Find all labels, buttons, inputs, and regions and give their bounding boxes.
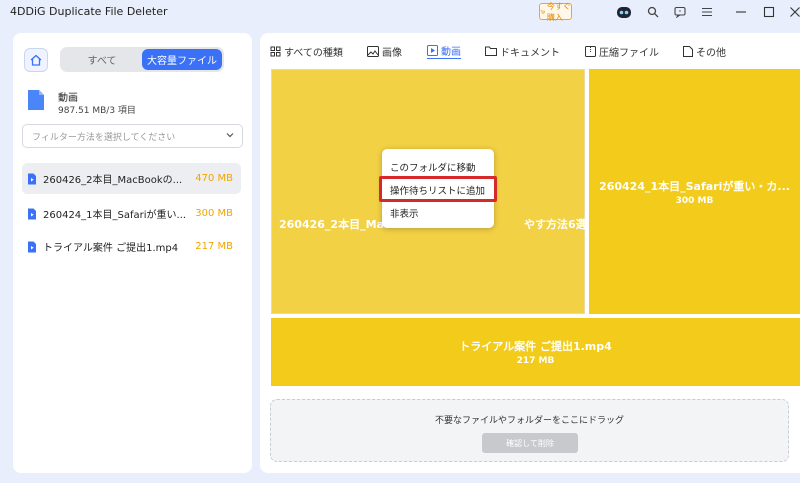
close-icon[interactable] [787, 4, 800, 20]
video-file-icon [28, 173, 36, 184]
tab-all-types[interactable]: すべての種類 [270, 43, 343, 59]
search-icon[interactable] [645, 4, 661, 20]
tile-name: 260424_1本目_Safariが重い・カ... [599, 179, 790, 193]
title-bar: 4DDiG Duplicate File Deleter 今すぐ購入 [0, 0, 800, 26]
video-file-icon [26, 89, 46, 111]
feedback-icon[interactable] [672, 4, 688, 20]
video-file-icon [28, 241, 36, 252]
tile-size: 300 MB [675, 195, 714, 206]
menu-icon[interactable] [699, 4, 715, 20]
file-size: 217 MB [195, 241, 233, 252]
tab-label: 画像 [382, 47, 402, 59]
tab-documents[interactable]: ドキュメント [485, 43, 560, 59]
file-row[interactable]: 260424_1本目_Safariが重い... 300 MB [22, 198, 241, 229]
category-meta: 987.51 MB/3 項目 [58, 106, 136, 116]
tab-images[interactable]: 画像 [367, 43, 402, 59]
video-icon [427, 45, 438, 56]
robot-assistant-icon[interactable] [616, 4, 632, 20]
treemap-tile[interactable]: 260424_1本目_Safariが重い・カ... 300 MB [589, 69, 800, 314]
category-name: 動画 [58, 93, 78, 104]
tab-large-files[interactable]: 大容量ファイル [142, 49, 222, 70]
buy-button[interactable]: 今すぐ購入 [539, 1, 572, 22]
filter-placeholder: フィルター方法を選択してください [32, 132, 176, 143]
treemap-tile[interactable]: トライアル案件 ご提出1.mp4 217 MB [271, 318, 800, 386]
file-name: 260424_1本目_Safariが重い... [43, 210, 187, 221]
app-title: 4DDiG Duplicate File Deleter [10, 5, 168, 18]
archive-icon [585, 45, 596, 57]
file-name: トライアル案件 ご提出1.mp4 [43, 243, 179, 254]
minimize-icon[interactable] [733, 4, 749, 20]
tile-size: 217 MB [516, 356, 555, 366]
tab-archives[interactable]: 圧縮ファイル [585, 43, 659, 59]
tab-label: その他 [696, 47, 726, 59]
file-size: 470 MB [195, 173, 233, 184]
home-button[interactable] [24, 48, 48, 72]
file-row[interactable]: トライアル案件 ご提出1.mp4 217 MB [22, 231, 241, 262]
left-panel: すべて 大容量ファイル 動画 987.51 MB/3 項目 フィルター方法を選択… [13, 33, 252, 473]
tile-name: トライアル案件 ご提出1.mp4 [459, 340, 612, 353]
tab-label: すべての種類 [284, 47, 343, 59]
tab-label: 圧縮ファイル [599, 47, 659, 59]
cart-icon [540, 9, 545, 14]
tab-videos[interactable]: 動画 [427, 43, 461, 59]
chevron-down-icon [225, 130, 235, 143]
folder-icon [485, 46, 497, 56]
menu-item-hide[interactable]: 非表示 [390, 206, 419, 220]
home-icon [30, 54, 42, 66]
menu-item-add-to-pending-list[interactable]: 操作待ちリストに追加 [390, 183, 485, 197]
tab-other[interactable]: その他 [683, 43, 726, 59]
file-icon [683, 45, 693, 57]
drop-zone-text: 不要なファイルやフォルダーをここにドラッグ [434, 416, 624, 426]
main-panel: すべての種類 画像 動画 ドキュメント 圧縮ファイル その他 260426_2本… [260, 33, 800, 473]
grid-icon [270, 46, 281, 56]
buy-label: 今すぐ購入 [546, 1, 571, 22]
confirm-delete-button[interactable]: 確認して削除 [482, 433, 578, 453]
file-name: 260426_2本目_MacBookの... [43, 175, 183, 186]
context-menu: このフォルダに移動 操作待ちリストに追加 非表示 [382, 149, 494, 228]
file-row[interactable]: 260426_2本目_MacBookの... 470 MB [22, 163, 241, 194]
tile-name: 260426_2本目_Mac [279, 218, 391, 231]
view-mode-toggle: すべて 大容量ファイル [60, 47, 224, 72]
image-icon [367, 45, 379, 57]
tab-label: ドキュメント [500, 47, 560, 59]
drop-zone[interactable]: 不要なファイルやフォルダーをここにドラッグ 確認して削除 [270, 399, 789, 462]
tab-all[interactable]: すべて [62, 49, 142, 70]
video-file-icon [28, 208, 36, 219]
tab-label: 動画 [441, 47, 461, 58]
file-size: 300 MB [195, 208, 233, 219]
maximize-icon[interactable] [761, 4, 777, 20]
menu-item-move-to-folder[interactable]: このフォルダに移動 [390, 160, 476, 174]
filter-select[interactable]: フィルター方法を選択してください [22, 124, 243, 148]
